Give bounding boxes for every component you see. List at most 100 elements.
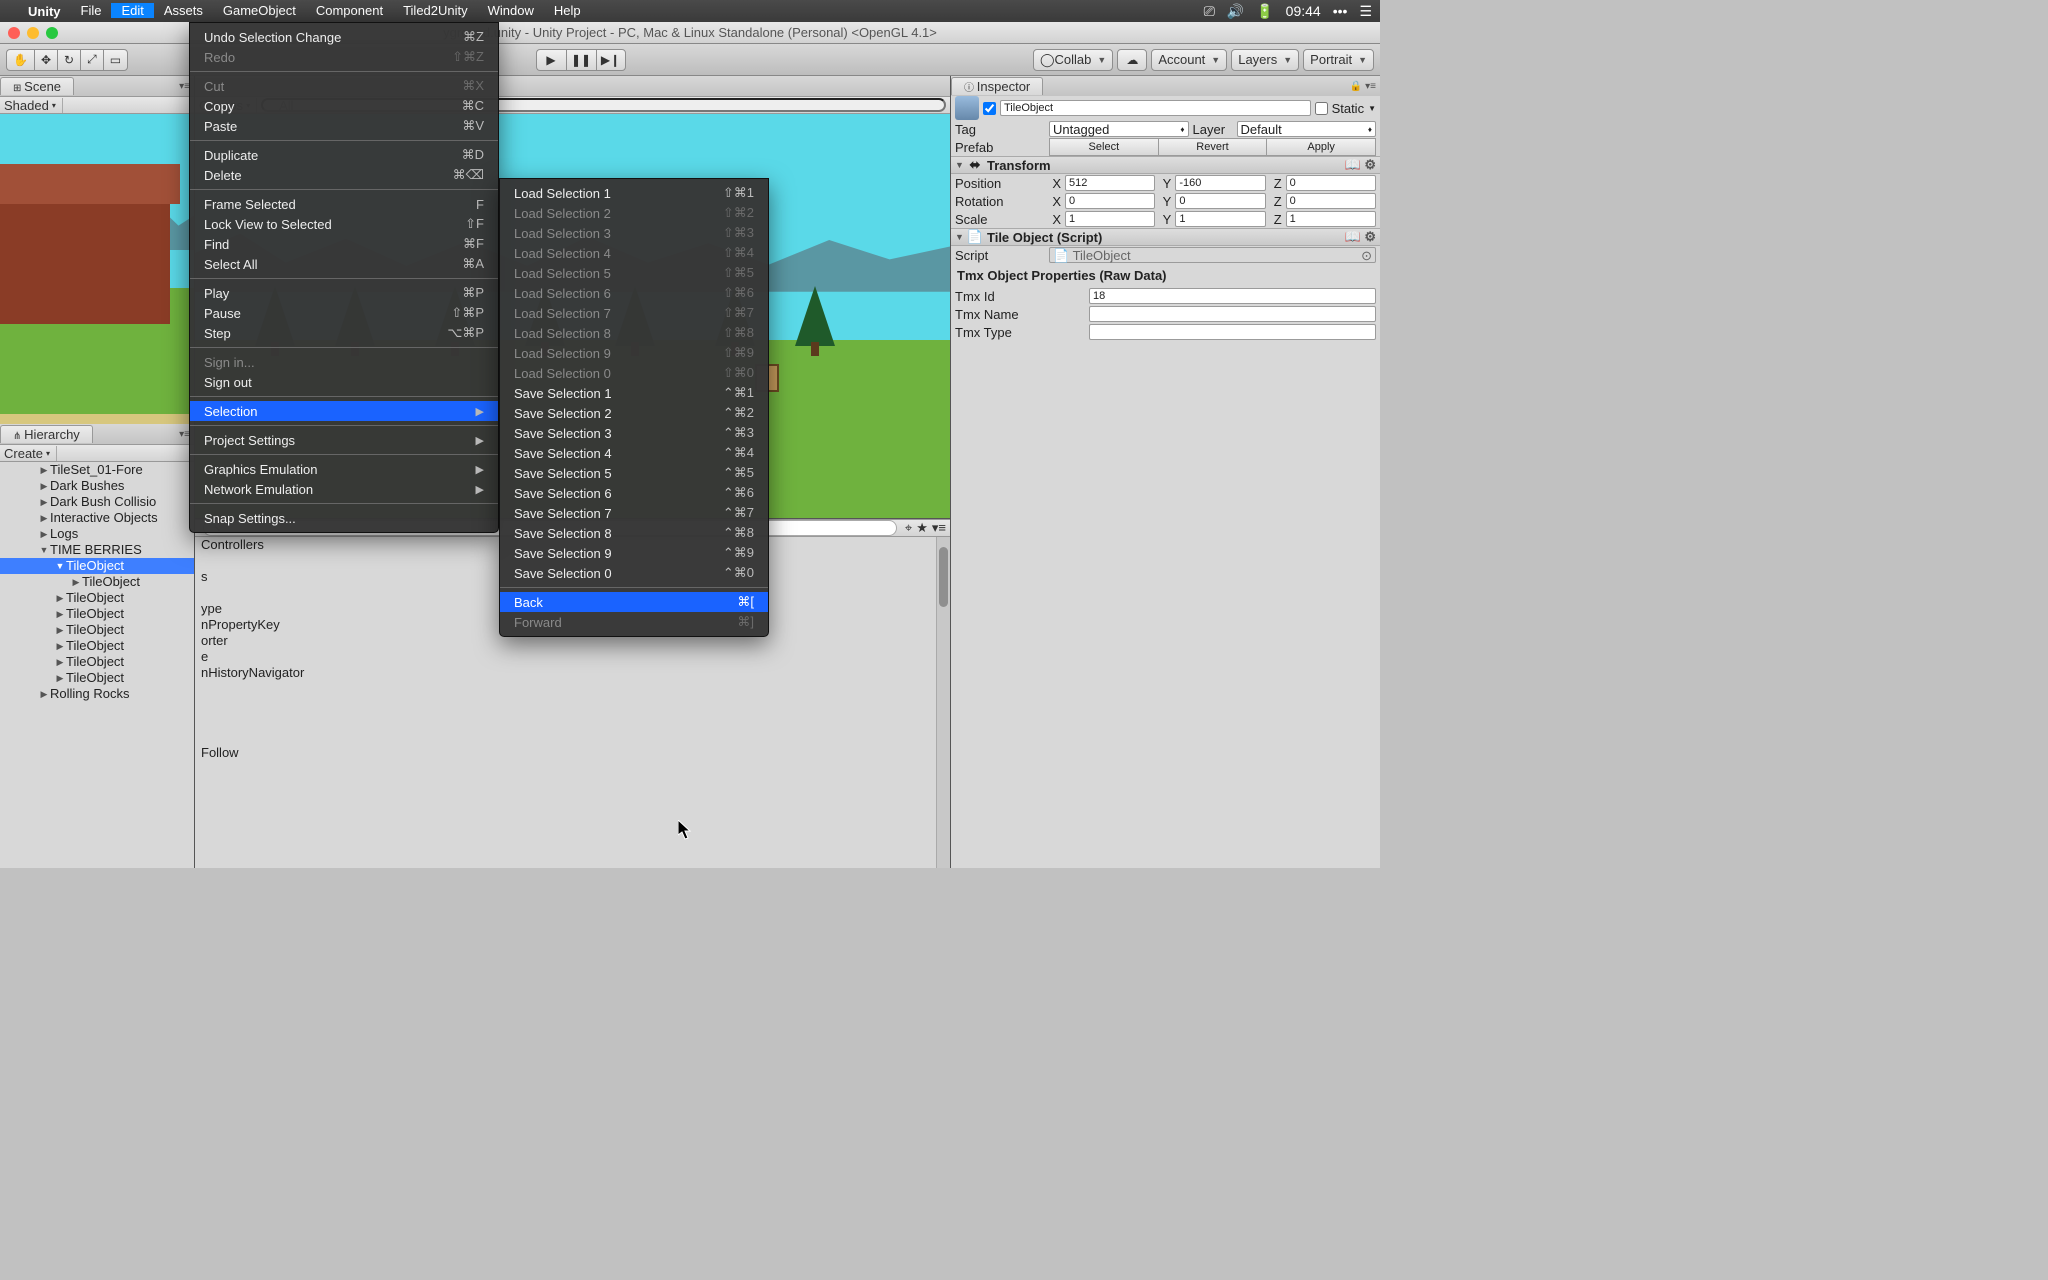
shaded-dropdown[interactable]: Shaded▾ [4,98,63,113]
hierarchy-item[interactable]: ▶TileObject [0,638,194,654]
project-item[interactable] [195,713,936,729]
panel-options-icon[interactable]: ▾≡ [932,520,946,536]
gear-icon[interactable]: 📖 ⚙ [1345,157,1376,173]
script-field[interactable]: 📄 TileObject⊙ [1049,247,1376,263]
move-tool[interactable]: ✥ [34,49,57,71]
menu-item[interactable]: Copy⌘C [190,96,498,116]
tag-dropdown[interactable]: Untagged♦ [1049,121,1189,137]
star-icon[interactable]: ★ [916,520,928,536]
hierarchy-item[interactable]: ▶TileObject [0,670,194,686]
menu-item[interactable]: Paste⌘V [190,116,498,136]
zoom-button[interactable] [46,27,58,39]
menu-item[interactable]: Load Selection 1⇧⌘1 [500,183,768,203]
menu-file[interactable]: File [71,3,112,18]
project-item[interactable]: nHistoryNavigator [195,665,936,681]
menu-edit[interactable]: Edit [111,3,153,18]
control-center-icon[interactable]: ☰ [1359,3,1372,20]
pos-y[interactable] [1175,175,1265,191]
scale-tool[interactable]: ⤢ [80,49,103,71]
menu-item[interactable]: Network Emulation▶ [190,479,498,499]
camera-icon[interactable]: ⎚ [1204,3,1215,20]
hierarchy-item[interactable]: ▼TileObject [0,558,194,574]
project-item[interactable] [195,681,936,697]
gear-icon[interactable]: 📖 ⚙ [1345,229,1376,245]
close-button[interactable] [8,27,20,39]
tmx-id-field[interactable] [1089,288,1376,304]
hierarchy-item[interactable]: ▶TileObject [0,622,194,638]
active-checkbox[interactable] [983,102,996,115]
menu-item[interactable]: Snap Settings... [190,508,498,528]
collab-dropdown[interactable]: ◯ Collab▼ [1033,49,1113,71]
create-dropdown[interactable]: Create▾ [4,446,57,461]
project-item[interactable] [195,729,936,745]
menu-help[interactable]: Help [544,3,591,18]
play-button[interactable]: ▶ [536,49,566,71]
inspector-tab[interactable]: ⓘ Inspector [951,77,1043,95]
menu-component[interactable]: Component [306,3,393,18]
rot-x[interactable] [1065,193,1155,209]
prefab-select-button[interactable]: Select [1049,138,1158,156]
scene-view[interactable] [0,114,194,424]
volume-icon[interactable]: 🔊 [1227,3,1244,20]
menu-item[interactable]: Delete⌘⌫ [190,165,498,185]
rect-tool[interactable]: ▭ [103,49,128,71]
project-item[interactable] [195,697,936,713]
scene-tab[interactable]: ⊞ Scene [0,77,74,95]
hierarchy-panel[interactable]: ▶TileSet_01-Fore▶Dark Bushes▶Dark Bush C… [0,462,194,868]
hierarchy-item[interactable]: ▶Dark Bushes [0,478,194,494]
cloud-button[interactable]: ☁ [1117,49,1147,71]
project-item[interactable]: Follow [195,745,936,761]
menu-window[interactable]: Window [478,3,544,18]
menu-item[interactable]: Save Selection 6⌃⌘6 [500,483,768,503]
spotlight-icon[interactable]: ••• [1333,3,1348,19]
clock[interactable]: 09:44 [1286,3,1321,19]
hierarchy-item[interactable]: ▶Rolling Rocks [0,686,194,702]
hierarchy-item[interactable]: ▶TileSet_01-Fore [0,462,194,478]
menu-item[interactable]: Sign out [190,372,498,392]
scale-x[interactable] [1065,211,1155,227]
tmx-name-field[interactable] [1089,306,1376,322]
menu-item[interactable]: Find⌘F [190,234,498,254]
tmx-type-field[interactable] [1089,324,1376,340]
project-item[interactable]: e [195,649,936,665]
menu-item[interactable]: Project Settings▶ [190,430,498,450]
step-button[interactable]: ▶❙ [596,49,626,71]
rot-y[interactable] [1175,193,1265,209]
menu-item[interactable]: Undo Selection Change⌘Z [190,27,498,47]
pos-x[interactable] [1065,175,1155,191]
hierarchy-item[interactable]: ▶TileObject [0,606,194,622]
static-checkbox[interactable] [1315,102,1328,115]
hierarchy-item[interactable]: ▶Logs [0,526,194,542]
battery-icon[interactable]: 🔋 [1256,3,1273,20]
menu-item[interactable]: Save Selection 7⌃⌘7 [500,503,768,523]
prefab-revert-button[interactable]: Revert [1158,138,1267,156]
menu-item[interactable]: Back⌘[ [500,592,768,612]
hand-tool[interactable]: ✋ [6,49,34,71]
rotate-tool[interactable]: ↻ [57,49,80,71]
menu-item[interactable]: Save Selection 5⌃⌘5 [500,463,768,483]
menu-item[interactable]: Save Selection 3⌃⌘3 [500,423,768,443]
app-name[interactable]: Unity [28,4,61,19]
filter-icon[interactable]: ⌖ [905,520,912,536]
menu-assets[interactable]: Assets [154,3,213,18]
rot-z[interactable] [1286,193,1376,209]
layers-dropdown[interactable]: Layers▼ [1231,49,1299,71]
menu-item[interactable]: Pause⇧⌘P [190,303,498,323]
pos-z[interactable] [1286,175,1376,191]
scale-y[interactable] [1175,211,1265,227]
menu-item[interactable]: Graphics Emulation▶ [190,459,498,479]
menu-item[interactable]: Save Selection 1⌃⌘1 [500,383,768,403]
object-name-field[interactable] [1000,100,1311,116]
menu-item[interactable]: Save Selection 4⌃⌘4 [500,443,768,463]
menu-item[interactable]: Step⌥⌘P [190,323,498,343]
menu-item[interactable]: Save Selection 0⌃⌘0 [500,563,768,583]
lock-icon[interactable]: 🔒 ▾≡ [1350,81,1376,92]
hierarchy-item[interactable]: ▶TileObject [0,590,194,606]
layer-dropdown[interactable]: Default♦ [1237,121,1377,137]
hierarchy-item[interactable]: ▼TIME BERRIES [0,542,194,558]
hierarchy-tab[interactable]: ⋔ Hierarchy [0,425,93,443]
menu-item[interactable]: Duplicate⌘D [190,145,498,165]
menu-item[interactable]: Selection▶ [190,401,498,421]
menu-item[interactable]: Save Selection 8⌃⌘8 [500,523,768,543]
prefab-apply-button[interactable]: Apply [1266,138,1376,156]
